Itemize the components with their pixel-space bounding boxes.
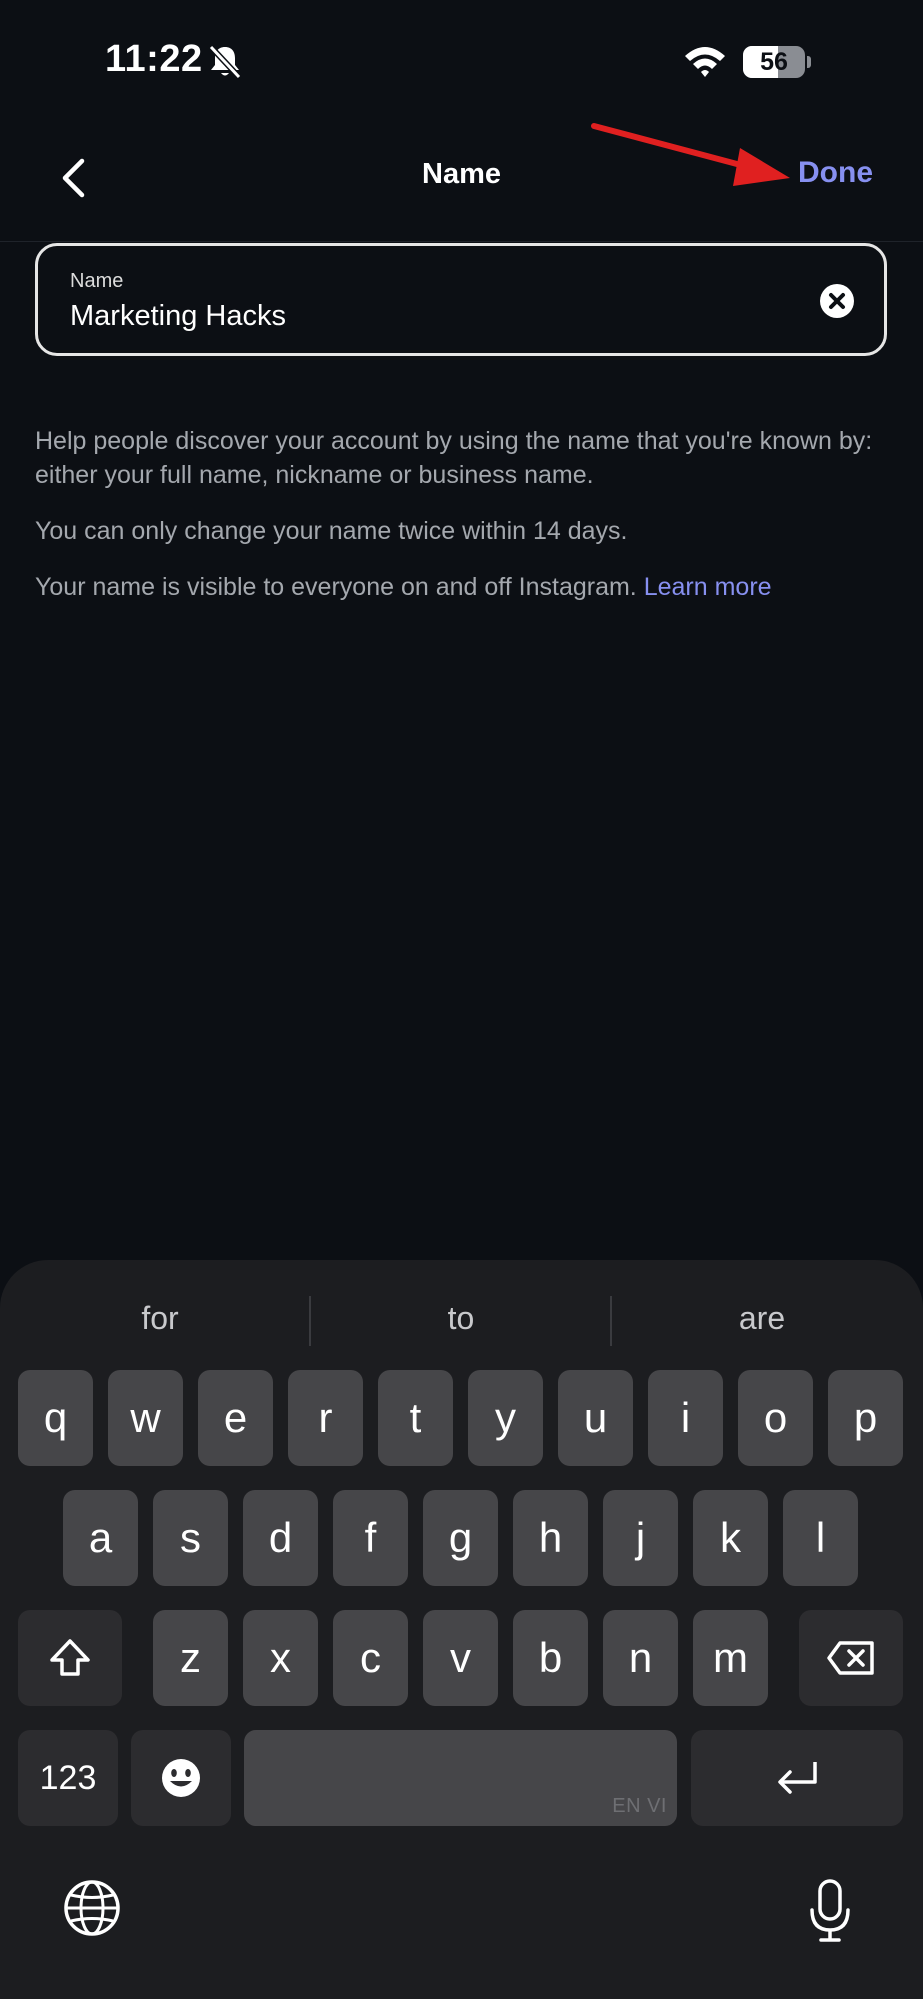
key-b[interactable]: b [513, 1610, 588, 1706]
key-d[interactable]: d [243, 1490, 318, 1586]
help-paragraph-visibility: Your name is visible to everyone on and … [35, 570, 895, 604]
status-bar: 11:22 56 [0, 0, 923, 120]
suggestion-bar: for to are [0, 1288, 923, 1348]
key-u[interactable]: u [558, 1370, 633, 1466]
key-w[interactable]: w [108, 1370, 183, 1466]
name-field[interactable]: Name Marketing Hacks [35, 243, 887, 356]
space-key[interactable]: EN VI [244, 1730, 677, 1826]
key-q[interactable]: q [18, 1370, 93, 1466]
key-g[interactable]: g [423, 1490, 498, 1586]
bell-slash-icon [208, 44, 242, 80]
delete-key[interactable] [799, 1610, 903, 1706]
return-icon [778, 1762, 817, 1794]
annotation-arrow-icon [591, 123, 790, 186]
key-l[interactable]: l [783, 1490, 858, 1586]
key-t[interactable]: t [378, 1370, 453, 1466]
key-n[interactable]: n [603, 1610, 678, 1706]
suggestion-item[interactable]: for [10, 1288, 310, 1348]
delete-icon [827, 1641, 874, 1675]
status-time: 11:22 [105, 38, 203, 80]
name-field-value[interactable]: Marketing Hacks [70, 300, 286, 333]
key-p[interactable]: p [828, 1370, 903, 1466]
key-m[interactable]: m [693, 1610, 768, 1706]
key-h[interactable]: h [513, 1490, 588, 1586]
key-v[interactable]: v [423, 1610, 498, 1706]
key-k[interactable]: k [693, 1490, 768, 1586]
battery-icon: 56 [743, 46, 805, 78]
battery-tip [807, 56, 811, 68]
key-s[interactable]: s [153, 1490, 228, 1586]
clear-icon[interactable] [820, 284, 854, 318]
key-c[interactable]: c [333, 1610, 408, 1706]
name-field-label: Name [70, 270, 124, 292]
keyboard: for to are q w e r t y u i o p a s d f g… [0, 1260, 923, 1999]
microphone-icon[interactable] [808, 1878, 852, 1944]
shift-key[interactable] [18, 1610, 122, 1706]
suggestion-item[interactable]: to [311, 1288, 611, 1348]
key-a[interactable]: a [63, 1490, 138, 1586]
shift-icon [50, 1639, 90, 1676]
emoji-icon [162, 1759, 200, 1797]
key-o[interactable]: o [738, 1370, 813, 1466]
battery-level: 56 [760, 48, 788, 76]
wifi-icon [685, 47, 725, 77]
globe-icon[interactable] [62, 1878, 122, 1938]
learn-more-link[interactable]: Learn more [644, 573, 772, 601]
done-button[interactable]: Done [798, 156, 873, 190]
space-languages: EN VI [612, 1795, 667, 1817]
help-text: Help people discover your account by usi… [35, 424, 895, 626]
emoji-key[interactable] [131, 1730, 231, 1826]
key-y[interactable]: y [468, 1370, 543, 1466]
key-f[interactable]: f [333, 1490, 408, 1586]
key-z[interactable]: z [153, 1610, 228, 1706]
key-i[interactable]: i [648, 1370, 723, 1466]
help-paragraph-discover: Help people discover your account by usi… [35, 427, 873, 489]
return-key[interactable] [691, 1730, 903, 1826]
numbers-key[interactable]: 123 [18, 1730, 118, 1826]
key-r[interactable]: r [288, 1370, 363, 1466]
suggestion-item[interactable]: are [612, 1288, 912, 1348]
help-paragraph-limit: You can only change your name twice with… [35, 517, 628, 545]
visibility-text: Your name is visible to everyone on and … [35, 573, 644, 601]
key-j[interactable]: j [603, 1490, 678, 1586]
key-e[interactable]: e [198, 1370, 273, 1466]
key-x[interactable]: x [243, 1610, 318, 1706]
